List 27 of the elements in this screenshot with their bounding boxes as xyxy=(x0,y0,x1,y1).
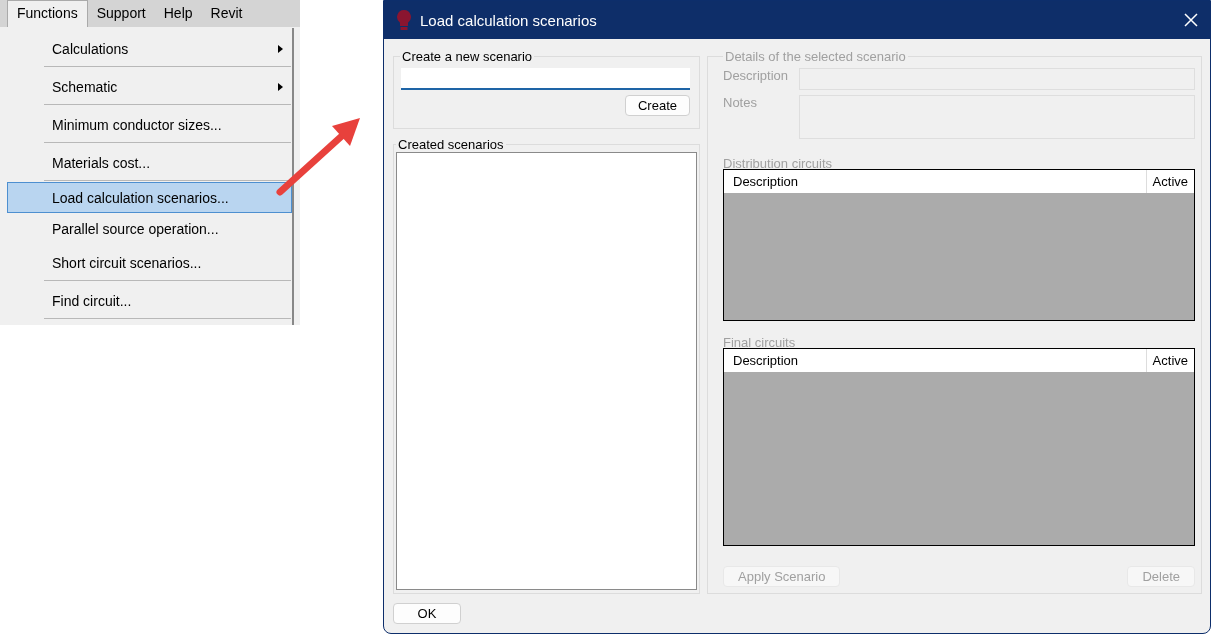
menu-bar-item[interactable]: Help xyxy=(154,1,202,27)
input-field[interactable] xyxy=(401,68,690,90)
menu-bar-item[interactable]: Functions xyxy=(7,0,88,27)
menu-item[interactable]: Materials cost... xyxy=(7,144,292,182)
menu-item[interactable]: Find circuit... xyxy=(7,282,292,320)
submenu-arrow-icon xyxy=(278,45,283,53)
close-icon[interactable] xyxy=(1184,13,1198,27)
menu-item[interactable]: Calculations xyxy=(7,30,292,68)
group-title: Created scenarios xyxy=(397,137,505,152)
lightbulb-icon xyxy=(396,9,412,31)
menu-item[interactable]: Load calculation scenarios... xyxy=(7,182,292,213)
menu-item[interactable]: Minimum conductor sizes... xyxy=(7,106,292,144)
table-title: Final circuits xyxy=(723,335,797,349)
menu-bar-item[interactable]: Revit xyxy=(201,1,252,27)
menu-item[interactable]: Parallel source operation... xyxy=(7,213,292,244)
window-title: Load calculation scenarios xyxy=(420,11,598,29)
field-label: Notes xyxy=(723,95,758,112)
create-button[interactable]: Create xyxy=(624,95,690,116)
submenu-arrow-icon xyxy=(278,83,283,91)
table-title: Distribution circuits xyxy=(723,156,834,170)
menu-bar-item[interactable]: Support xyxy=(87,1,155,27)
group-title: Create a new scenario xyxy=(401,49,534,64)
menu-item[interactable]: Schematic xyxy=(7,68,292,106)
field-label: Description xyxy=(723,68,787,85)
ok-button[interactable]: OK xyxy=(393,603,461,624)
menu-item[interactable]: Short circuit scenarios... xyxy=(7,244,292,282)
group-title: Details of the selected scenario xyxy=(724,49,907,64)
